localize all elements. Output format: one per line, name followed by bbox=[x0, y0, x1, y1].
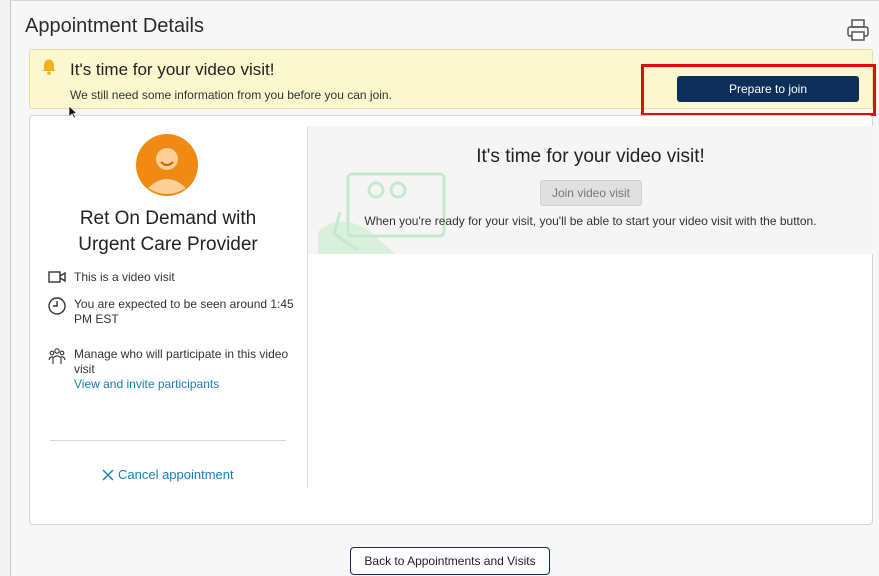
video-visit-panel: It's time for your video visit! Join vid… bbox=[308, 126, 873, 254]
banner-subtitle: We still need some information from you … bbox=[70, 88, 392, 102]
video-visit-row: This is a video visit bbox=[48, 270, 304, 285]
banner-title: It's time for your video visit! bbox=[70, 60, 275, 79]
visit-panel-subtitle: When you're ready for your visit, you'll… bbox=[364, 214, 817, 228]
view-invite-participants-link[interactable]: View and invite participants bbox=[74, 377, 304, 392]
close-icon bbox=[102, 469, 114, 480]
app-frame: Appointment Details It's time for your v… bbox=[10, 0, 879, 576]
bell-icon bbox=[42, 59, 56, 75]
people-icon bbox=[48, 348, 66, 364]
prepare-to-join-button[interactable]: Prepare to join bbox=[677, 76, 859, 102]
video-visit-text: This is a video visit bbox=[74, 270, 175, 284]
back-to-appointments-button[interactable]: Back to Appointments and Visits bbox=[350, 547, 550, 575]
divider bbox=[50, 440, 286, 441]
clock-icon bbox=[48, 297, 66, 315]
avatar-icon bbox=[136, 134, 198, 196]
expected-time-text: You are expected to be seen around 1:45 … bbox=[74, 297, 294, 326]
participants-row: Manage who will participate in this vide… bbox=[48, 347, 304, 392]
cancel-appointment-label: Cancel appointment bbox=[118, 467, 234, 482]
participants-text: Manage who will participate in this vide… bbox=[74, 347, 289, 376]
visit-panel-title: It's time for your video visit! bbox=[476, 146, 705, 167]
page-title: Appointment Details bbox=[25, 15, 204, 37]
video-camera-icon bbox=[48, 271, 66, 283]
printer-icon[interactable] bbox=[845, 17, 871, 43]
appointment-card: Ret On Demand with Urgent Care Provider … bbox=[29, 115, 873, 525]
mouse-cursor-icon bbox=[68, 105, 78, 119]
provider-name: Ret On Demand with Urgent Care Provider bbox=[78, 208, 258, 255]
video-call-illustration bbox=[318, 172, 446, 254]
expected-time-row: You are expected to be seen around 1:45 … bbox=[48, 297, 304, 327]
join-video-visit-button[interactable]: Join video visit bbox=[540, 180, 642, 206]
cancel-appointment-link[interactable]: Cancel appointment bbox=[102, 467, 234, 482]
